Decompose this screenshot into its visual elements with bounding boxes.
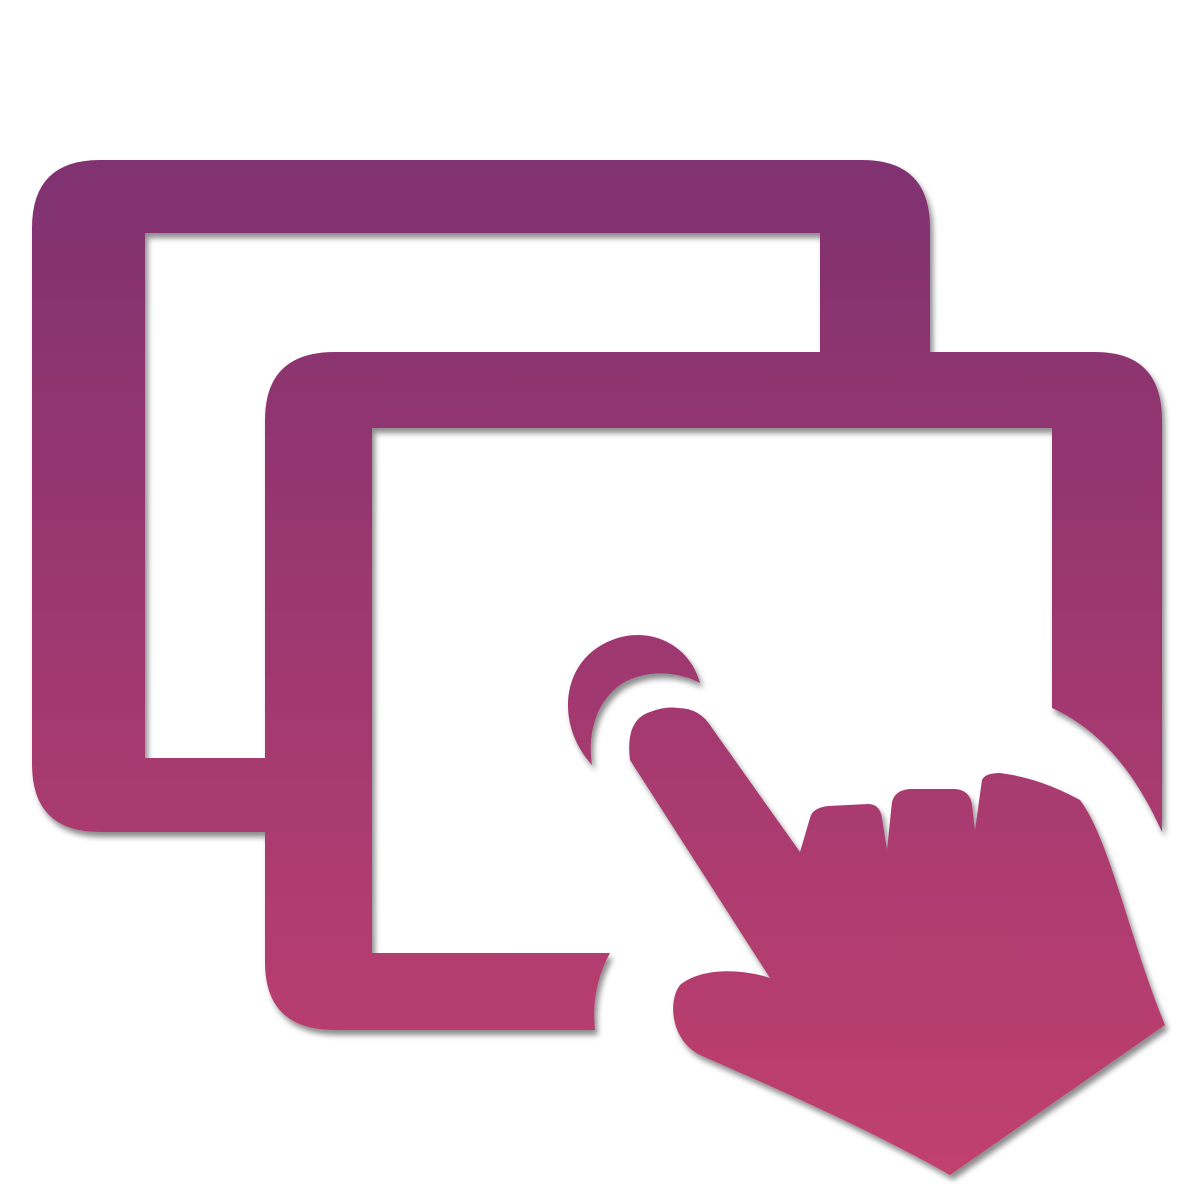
multi-screen-touch-icon [32,160,1165,1175]
pointing-hand [629,707,1165,1175]
back-screen-frame [32,160,930,832]
icon-canvas [0,0,1200,1200]
